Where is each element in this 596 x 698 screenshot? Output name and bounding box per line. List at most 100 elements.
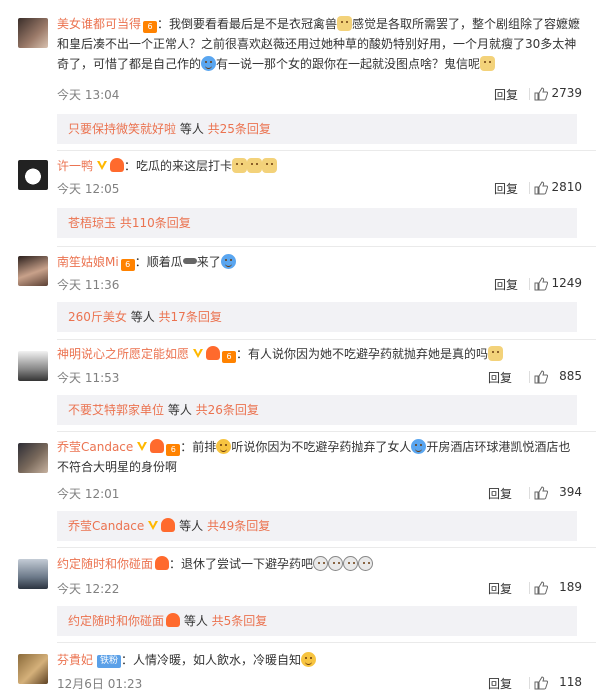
username-link[interactable]: 许一鸭 [57, 159, 93, 173]
verified-icon [193, 349, 204, 358]
sub-reply-user[interactable]: 只要保持微笑就好啦 [68, 122, 176, 136]
verified-icon [97, 161, 108, 170]
reply-button[interactable]: 回复 [494, 276, 518, 293]
reply-button[interactable]: 回复 [488, 485, 512, 502]
avatar[interactable] [18, 443, 48, 473]
sub-reply-user[interactable]: 苍梧琼玉 [68, 216, 116, 230]
divider [529, 278, 530, 290]
sub-reply-count[interactable]: 共5条回复 [212, 614, 268, 628]
like-button[interactable]: 1249 [534, 276, 582, 291]
divider [529, 88, 530, 100]
sub-reply-user[interactable]: 260斤美女 [68, 310, 127, 324]
fan-level-icon [155, 556, 170, 570]
avatar[interactable] [18, 18, 48, 48]
like-button[interactable]: 2739 [534, 86, 582, 101]
username-link[interactable]: 乔莹Candace [57, 440, 133, 454]
comment-text: ：吃瓜的来这层打卡 [124, 159, 233, 173]
sub-reply-count[interactable]: 共49条回复 [207, 519, 270, 533]
comment-content: 南笙姑娘Mi 6 ：顺着瓜 来了 [57, 252, 582, 272]
sub-reply-user[interactable]: 约定随时和你碰面 [68, 614, 164, 628]
like-count: 2739 [551, 86, 582, 100]
thumbs-up-icon [534, 581, 548, 595]
comment-text: ：人情冷暖，如人飲水，冷暖自知 [121, 653, 302, 667]
sub-replies-bar[interactable]: 260斤美女 等人 共17条回复 [57, 302, 577, 332]
comment-meta: 今天 12:22 回复 189 [57, 580, 582, 598]
like-button[interactable]: 189 [534, 580, 582, 595]
comment-meta: 今天 11:36 回复 1249 [57, 276, 582, 294]
emoji-icon [301, 652, 317, 667]
avatar[interactable] [18, 160, 48, 190]
divider [57, 431, 596, 432]
divider [57, 339, 596, 340]
emoji-icon [313, 556, 329, 571]
fan-level-icon [166, 613, 181, 627]
comment-meta: 今天 11:53 回复 885 [57, 369, 582, 387]
avatar[interactable] [18, 256, 48, 286]
sub-replies-bar[interactable]: 不要艾特郭家单位 等人 共26条回复 [57, 395, 577, 425]
comment-content: 许一鸭 ：吃瓜的来这层打卡 [57, 156, 582, 176]
like-button[interactable]: 885 [534, 369, 582, 384]
sub-reply-count[interactable]: 共17条回复 [159, 310, 222, 324]
username-link[interactable]: 神明说心之所愿定能如愿 [57, 347, 189, 361]
like-count: 2810 [551, 180, 582, 194]
timestamp: 今天 13:04 [57, 88, 120, 102]
sub-replies-bar[interactable]: 约定随时和你碰面 等人 共5条回复 [57, 606, 577, 636]
divider [529, 582, 530, 594]
reply-button[interactable]: 回复 [494, 86, 518, 103]
reply-button[interactable]: 回复 [488, 675, 512, 692]
sub-reply-count[interactable]: 共110条回复 [120, 216, 191, 230]
fan-level-icon [206, 346, 221, 360]
emoji-icon [220, 254, 236, 269]
divider [57, 246, 596, 247]
avatar[interactable] [18, 654, 48, 684]
username-link[interactable]: 美女谁都可当得 [57, 17, 141, 31]
comment-content: 芬貴妃 铁粉 ：人情冷暖，如人飲水，冷暖自知 [57, 650, 582, 670]
sub-reply-count[interactable]: 共25条回复 [208, 122, 271, 136]
emoji-icon [488, 346, 504, 361]
timestamp: 今天 12:22 [57, 582, 120, 596]
divider [529, 487, 530, 499]
sub-replies-bar[interactable]: 苍梧琼玉 共110条回复 [57, 208, 577, 238]
reply-button[interactable]: 回复 [488, 580, 512, 597]
comment-text: ：退休了尝试一下避孕药吧 [169, 557, 314, 571]
divider [529, 182, 530, 194]
reply-button[interactable]: 回复 [494, 180, 518, 197]
like-button[interactable]: 2810 [534, 180, 582, 195]
like-button[interactable]: 394 [534, 485, 582, 500]
emoji-icon [247, 158, 263, 173]
comment-content: 美女谁都可当得 6 ：我倒要看看最后是不是衣冠禽兽 感觉是各取所需罢了，整个剧组除了容… [57, 14, 582, 74]
like-count: 1249 [551, 276, 582, 290]
eyes-icon [182, 258, 197, 264]
comment-meta: 12月6日 01:23 回复 118 [57, 675, 582, 693]
emoji-icon [201, 56, 217, 71]
sub-replies-bar[interactable]: 只要保持微笑就好啦 等人 共25条回复 [57, 114, 577, 144]
comment-content: 神明说心之所愿定能如愿 6 ：有人说你因为她不吃避孕药就抛弃她是真的吗 [57, 344, 582, 364]
thumbs-up-icon [534, 87, 548, 101]
timestamp: 今天 12:01 [57, 487, 120, 501]
sub-replies-bar[interactable]: 乔莹Candace 等人 共49条回复 [57, 511, 577, 541]
reply-button[interactable]: 回复 [488, 369, 512, 386]
comment-text: 来了 [196, 255, 221, 269]
sub-reply-user[interactable]: 不要艾特郭家单位 [68, 403, 164, 417]
username-link[interactable]: 约定随时和你碰面 [57, 557, 153, 571]
timestamp: 今天 12:05 [57, 182, 120, 196]
like-button[interactable]: 118 [534, 675, 582, 690]
emoji-icon [216, 439, 232, 454]
username-link[interactable]: 芬貴妃 [57, 653, 93, 667]
emoji-icon [411, 439, 427, 454]
timestamp: 今天 11:36 [57, 278, 120, 292]
comment-text: ：顺着瓜 [134, 255, 183, 269]
comment-text: ：我倒要看看最后是不是衣冠禽兽 [157, 17, 338, 31]
thumbs-up-icon [534, 277, 548, 291]
username-link[interactable]: 南笙姑娘Mi [57, 255, 119, 269]
avatar[interactable] [18, 559, 48, 589]
sub-reply-user[interactable]: 乔莹Candace [68, 519, 144, 533]
emoji-icon [343, 556, 359, 571]
comment-meta: 今天 13:04 回复 2739 [57, 86, 582, 104]
avatar[interactable] [18, 351, 48, 381]
sub-reply-count[interactable]: 共26条回复 [196, 403, 259, 417]
sub-reply-text: 等人 [176, 122, 208, 136]
comment-meta: 今天 12:05 回复 2810 [57, 180, 582, 198]
like-count: 189 [559, 580, 582, 594]
divider [529, 371, 530, 383]
